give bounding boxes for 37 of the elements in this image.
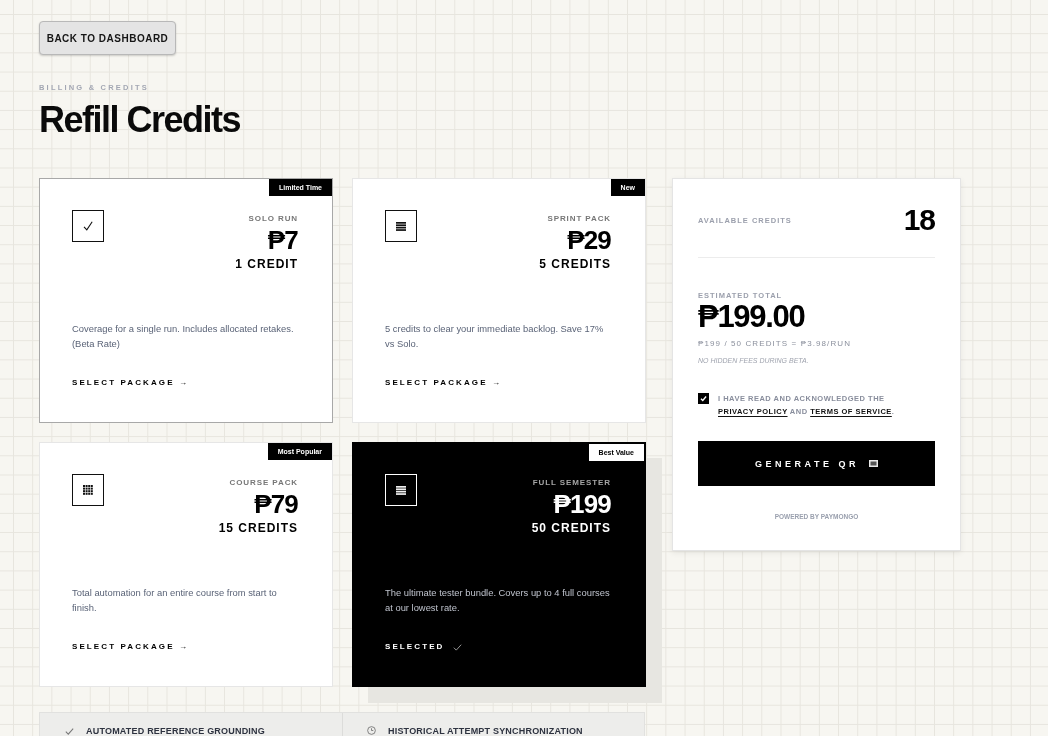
select-package-button[interactable]: SELECT PACKAGE → [72, 642, 189, 652]
package-name: FULL SEMESTER [532, 478, 611, 488]
package-credits: 1 CREDIT [235, 257, 298, 271]
feature-label: AUTOMATED REFERENCE GROUNDING [86, 726, 265, 736]
generate-qr-button[interactable]: GENERATE QR [698, 441, 935, 486]
back-to-dashboard-button[interactable]: BACK TO DASHBOARD [39, 21, 176, 55]
price-breakdown: ₱199 / 50 CREDITS = ₱3.98/RUN [698, 339, 852, 349]
package-price: ₱29 [567, 227, 611, 253]
package-price: ₱199 [553, 491, 611, 517]
package-credits: 50 CREDITS [531, 521, 611, 535]
page-title: Refill Credits [39, 100, 241, 140]
feature-label: HISTORICAL ATTEMPT SYNCHRONIZATION [388, 726, 583, 736]
clock-icon [367, 726, 376, 735]
selected-indicator[interactable]: SELECTED [385, 642, 463, 652]
package-name: SOLO RUN [248, 214, 298, 224]
tile-icon [868, 460, 878, 467]
package-price: ₱79 [254, 491, 298, 517]
estimated-total-value: ₱199.00 [698, 300, 805, 334]
package-name: SPRINT PACK [547, 214, 611, 224]
select-package-button[interactable]: SELECT PACKAGE → [385, 378, 502, 388]
package-price: ₱7 [267, 227, 298, 253]
package-name: COURSE PACK [229, 478, 298, 488]
list-icon [385, 474, 417, 506]
check-icon [65, 728, 74, 735]
check-icon [72, 210, 104, 242]
package-description: Total automation for an entire course from start to finish. [72, 586, 278, 615]
package-credits: 5 CREDITS [539, 257, 611, 271]
select-package-button[interactable]: SELECT PACKAGE → [72, 378, 189, 388]
package-description: Coverage for a single run. Includes allocated retakes. (Beta Rate) [72, 322, 295, 351]
available-credits-value: 18 [903, 205, 935, 235]
package-description: 5 credits to clear your immediate backlog. Save 17% vs Solo. [385, 322, 605, 351]
list-icon [385, 210, 417, 242]
package-description: The ultimate tester bundle. Covers up to 4 full courses at our lowest rate. [385, 586, 611, 615]
grid-icon [72, 474, 104, 506]
check-icon [453, 643, 463, 651]
consent-checkbox[interactable] [698, 393, 709, 404]
package-credits: 15 CREDITS [218, 521, 298, 535]
